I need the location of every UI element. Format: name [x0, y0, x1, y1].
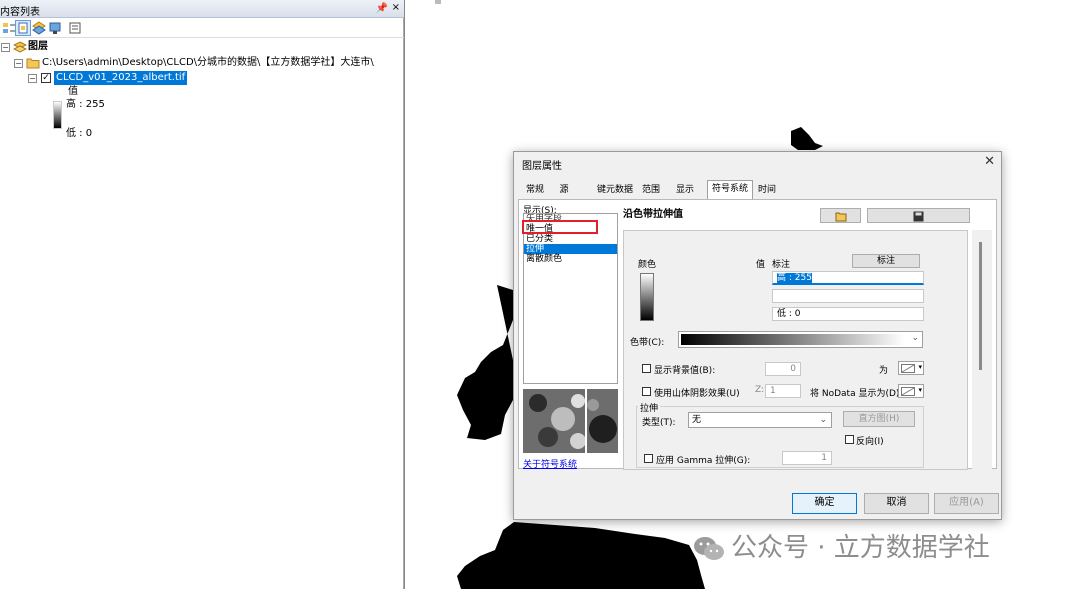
tab-symbology[interactable]: 符号系统: [707, 180, 753, 200]
close-icon[interactable]: ×: [392, 2, 400, 13]
as-label: 为: [879, 366, 889, 376]
no-color-icon: [901, 364, 915, 373]
symbology-tab-panel: 显示(S): 矢用字段 唯一值 已分类 拉伸 离散颜色 关于符号系统 沿色带拉伸…: [518, 199, 997, 470]
scrollbar-thumb[interactable]: [979, 242, 982, 370]
tab-time[interactable]: 时间: [755, 182, 779, 199]
dropdown-arrow-icon: ▾: [918, 386, 922, 394]
watermark: 公众号 · 立方数据学社: [693, 527, 990, 564]
chevron-down-icon: ⌄: [911, 333, 919, 343]
layer-visibility-checkbox[interactable]: ✓: [41, 73, 51, 83]
mid-value-field[interactable]: [772, 289, 924, 303]
symbology-preview-image: [523, 389, 618, 453]
highlight-box: [522, 220, 598, 234]
about-symbology-link[interactable]: 关于符号系统: [523, 457, 577, 470]
dropdown-arrow-icon: ▾: [918, 363, 922, 371]
tab-source[interactable]: 源: [554, 182, 574, 199]
list-by-visibility-icon[interactable]: [32, 21, 46, 35]
nodata-color-picker[interactable]: ▾: [898, 384, 924, 398]
options-icon[interactable]: [68, 21, 82, 35]
color-label: 颜色: [638, 260, 657, 270]
tab-extent[interactable]: 范围: [639, 182, 663, 199]
layers-icon: [13, 41, 27, 53]
show-background-label: 显示背景值(B):: [654, 366, 716, 376]
dialog-close-button[interactable]: ✕: [984, 154, 995, 169]
high-value-text: 高 : 255: [777, 273, 812, 283]
invert-checkbox[interactable]: [845, 435, 854, 444]
list-by-drawing-order-icon[interactable]: [2, 21, 16, 35]
cancel-button[interactable]: 取消: [864, 493, 929, 514]
invert-label: 反向(I): [856, 437, 884, 447]
histogram-button[interactable]: 直方图(H): [843, 411, 915, 427]
dialog-title: 图层属性: [522, 161, 562, 172]
show-background-checkbox[interactable]: [642, 364, 651, 373]
wechat-icon: [694, 536, 724, 560]
legend-high: 高 : 255: [66, 99, 105, 110]
no-color-icon: [901, 387, 915, 396]
annotation-button[interactable]: 标注: [852, 254, 920, 268]
legend-low: 低 : 0: [66, 128, 93, 139]
stretch-type-dropdown[interactable]: 无 ⌄: [688, 412, 832, 428]
ok-button[interactable]: 确定: [792, 493, 857, 514]
low-value-field[interactable]: 低 : 0: [772, 307, 924, 321]
list-by-source-icon[interactable]: [15, 20, 31, 36]
folder-open-icon: [835, 212, 846, 222]
save-button[interactable]: [867, 208, 970, 223]
stretch-type-value: 无: [692, 415, 702, 425]
list-by-selection-icon[interactable]: [48, 21, 62, 35]
layers-root-label[interactable]: 图层: [28, 40, 48, 54]
layers-collapse-toggle[interactable]: −: [1, 43, 10, 52]
folder-icon: [26, 58, 40, 69]
z-factor-field[interactable]: 1: [765, 384, 801, 398]
hillshade-checkbox[interactable]: [642, 387, 651, 396]
gamma-label: 应用 Gamma 拉伸(G):: [656, 456, 751, 466]
color-ramp-preview: [640, 273, 654, 321]
type-label: 类型(T):: [642, 418, 676, 428]
toc-toolbar: [0, 18, 404, 38]
show-item-stretched[interactable]: 拉伸: [524, 244, 617, 254]
open-button[interactable]: [820, 208, 861, 223]
background-color-picker[interactable]: ▾: [898, 361, 924, 375]
background-value-field[interactable]: 0: [765, 362, 801, 376]
high-value-field[interactable]: 高 : 255: [772, 271, 924, 285]
apply-button[interactable]: 应用(A): [934, 493, 999, 514]
toc-title-bar: 内容列表 📌 ×: [0, 0, 404, 18]
toc-panel: 内容列表 📌 × − 图层 − C:\Users\admin\Desktop\C…: [0, 0, 404, 589]
legend-gradient: [53, 101, 62, 129]
toc-title: 内容列表: [0, 7, 40, 18]
folder-path-label[interactable]: C:\Users\admin\Desktop\CLCD\分城市的数据\【立方数据…: [42, 56, 374, 70]
folder-collapse-toggle[interactable]: −: [14, 59, 23, 68]
color-ramp-dropdown[interactable]: ⌄: [678, 331, 923, 348]
save-icon: [913, 211, 924, 222]
chevron-down-icon: ⌄: [819, 415, 827, 425]
hillshade-label: 使用山体阴影效果(U): [654, 389, 740, 399]
annotation-label: 标注: [772, 260, 791, 270]
stretch-settings-area: 颜色 值 标注 标注 高 : 255 低 : 0 色带(C): ⌄ 显示背景值(…: [623, 230, 968, 470]
panel-title: 沿色带拉伸值: [623, 209, 683, 220]
layer-name[interactable]: CLCD_v01_2023_albert.tif: [54, 71, 188, 85]
z-label: Z:: [755, 385, 765, 395]
value-label: 值: [756, 260, 766, 270]
ramp-label: 色带(C):: [630, 338, 665, 348]
show-item-discrete-color[interactable]: 离散颜色: [526, 254, 562, 264]
gamma-value-field[interactable]: 1: [782, 451, 832, 465]
ramp-swatch: [681, 334, 905, 345]
watermark-text: 公众号 · 立方数据学社: [731, 533, 990, 563]
show-list[interactable]: 矢用字段 唯一值 已分类 拉伸 离散颜色: [523, 213, 618, 384]
nodata-label: 将 NoData 显示为(D): [810, 389, 900, 399]
tab-display[interactable]: 显示: [673, 182, 697, 199]
layer-collapse-toggle[interactable]: −: [28, 74, 37, 83]
gamma-checkbox[interactable]: [644, 454, 653, 463]
pin-icon[interactable]: 📌: [376, 3, 388, 14]
layer-properties-dialog: 图层属性 ✕ 常规 源 键元数据 范围 显示 符号系统 时间 显示(S): 矢用…: [513, 151, 1002, 520]
settings-scrollbar[interactable]: [972, 230, 992, 470]
tab-key-metadata[interactable]: 键元数据: [594, 182, 636, 199]
show-item-classified[interactable]: 已分类: [526, 234, 553, 244]
tab-general[interactable]: 常规: [522, 182, 548, 199]
stretch-group-label: 拉伸: [638, 401, 661, 414]
legend-heading: 值: [68, 86, 78, 97]
